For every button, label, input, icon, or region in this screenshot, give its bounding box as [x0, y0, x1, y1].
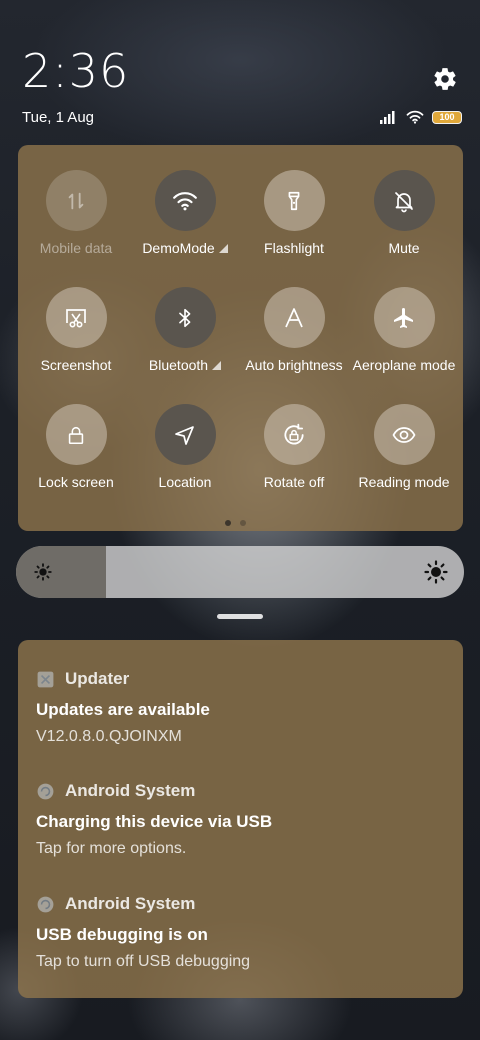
updater-icon — [36, 670, 55, 689]
tile-screenshot-toggle[interactable] — [45, 287, 107, 348]
tile-aeroplane-mode-toggle[interactable] — [373, 287, 435, 348]
settings-icon — [434, 68, 456, 90]
tile-bluetooth-toggle[interactable] — [154, 287, 216, 348]
tile-lock-screen-toggle[interactable] — [45, 404, 107, 465]
tile-flashlight-toggle[interactable] — [263, 170, 325, 231]
tile-mobile-data[interactable]: Mobile data — [21, 170, 131, 270]
drag-handle[interactable] — [217, 614, 263, 619]
tile-mobile-data-label: Mobile data — [39, 240, 113, 256]
page-indicator — [225, 520, 246, 526]
notification-app-name: Android System — [65, 894, 196, 913]
auto-brightness-icon — [285, 307, 303, 327]
screenshot-icon — [66, 308, 86, 327]
date: Tue, 1 Aug — [22, 109, 94, 126]
notification-text: Tap for more options. — [36, 840, 187, 857]
tile-screenshot[interactable]: Screenshot — [21, 287, 131, 387]
expand-icon — [218, 244, 228, 253]
tile-location[interactable]: Location — [130, 404, 240, 504]
battery-icon: 100 — [432, 110, 462, 124]
page-dot — [225, 520, 231, 526]
airplane-icon — [394, 307, 413, 328]
tile-rotate-off-toggle[interactable] — [263, 404, 325, 465]
tile-bluetooth-label[interactable]: Bluetooth — [149, 357, 222, 373]
status-icons: 100 — [380, 108, 462, 126]
android-system-icon — [36, 895, 55, 914]
flashlight-icon — [288, 191, 300, 210]
tile-auto-brightness-toggle[interactable] — [263, 287, 325, 348]
tile-flashlight[interactable]: Flashlight — [239, 170, 349, 270]
settings-button[interactable] — [430, 64, 460, 94]
notification-panel: Updater Updates are available V12.0.8.0.… — [18, 640, 463, 998]
tile-aeroplane-mode-label: Aeroplane mode — [352, 357, 456, 373]
brightness-high-icon — [424, 560, 448, 584]
brightness-slider[interactable] — [16, 546, 464, 598]
tile-screenshot-label: Screenshot — [40, 357, 112, 373]
signal-icon — [380, 111, 395, 124]
tile-lock-screen[interactable]: Lock screen — [21, 404, 131, 504]
wifi-icon — [406, 110, 424, 124]
tile-reading-mode[interactable]: Reading mode — [349, 404, 459, 504]
tile-auto-brightness-label: Auto brightness — [245, 357, 343, 373]
notification-app-name: Updater — [65, 669, 130, 688]
tile-rotate-off-label: Rotate off — [263, 474, 325, 490]
eye-icon — [392, 426, 416, 443]
notification-text: Tap to turn off USB debugging — [36, 953, 251, 970]
page-dot — [240, 520, 246, 526]
tile-flashlight-label: Flashlight — [264, 240, 324, 256]
notification-header: Android System — [36, 779, 446, 803]
tile-lock-screen-label: Lock screen — [38, 474, 114, 490]
notification-app-name: Android System — [65, 781, 196, 800]
tile-mute-toggle[interactable] — [373, 170, 435, 231]
lock-icon — [68, 426, 84, 444]
notification-header: Updater — [36, 667, 446, 691]
notification-header: Android System — [36, 892, 446, 916]
mobile-data-icon — [68, 192, 84, 209]
notification-title: Charging this device via USB — [36, 812, 273, 831]
location-icon — [175, 425, 194, 445]
tile-location-label: Location — [158, 474, 212, 490]
notification-text: V12.0.8.0.QJOINXM — [36, 728, 182, 745]
tile-bluetooth[interactable]: Bluetooth — [130, 287, 240, 387]
tile-demomode-label[interactable]: DemoMode — [142, 240, 228, 256]
notification-title: Updates are available — [36, 700, 210, 719]
tile-demomode[interactable]: DemoMode — [130, 170, 240, 270]
expand-icon — [212, 361, 222, 370]
tile-location-toggle[interactable] — [154, 404, 216, 465]
tile-auto-brightness[interactable]: Auto brightness — [239, 287, 349, 387]
tile-aeroplane-mode[interactable]: Aeroplane mode — [349, 287, 459, 387]
brightness-low-icon — [34, 563, 52, 581]
notification-item[interactable]: Android System USB debugging is on Tap t… — [36, 892, 446, 971]
brightness-fill — [16, 546, 106, 598]
tile-reading-mode-label: Reading mode — [358, 474, 450, 490]
rotate-lock-icon — [284, 423, 304, 444]
bluetooth-icon — [179, 308, 191, 327]
notification-item[interactable]: Updater Updates are available V12.0.8.0.… — [36, 667, 446, 746]
tile-rotate-off[interactable]: Rotate off — [239, 404, 349, 504]
bell-off-icon — [395, 191, 413, 212]
tile-mute-label: Mute — [388, 240, 420, 256]
wifi-icon — [173, 191, 197, 210]
notification-item[interactable]: Android System Charging this device via … — [36, 779, 446, 858]
tile-mobile-data-toggle[interactable] — [45, 170, 107, 231]
quick-settings-panel: Mobile data DemoMode Flashlight Mute Scr… — [18, 145, 463, 531]
notification-title: USB debugging is on — [36, 925, 208, 944]
tile-reading-mode-toggle[interactable] — [373, 404, 435, 465]
tile-mute[interactable]: Mute — [349, 170, 459, 270]
tile-demomode-toggle[interactable] — [154, 170, 216, 231]
android-system-icon — [36, 782, 55, 801]
clock: 2:36 — [22, 44, 130, 98]
